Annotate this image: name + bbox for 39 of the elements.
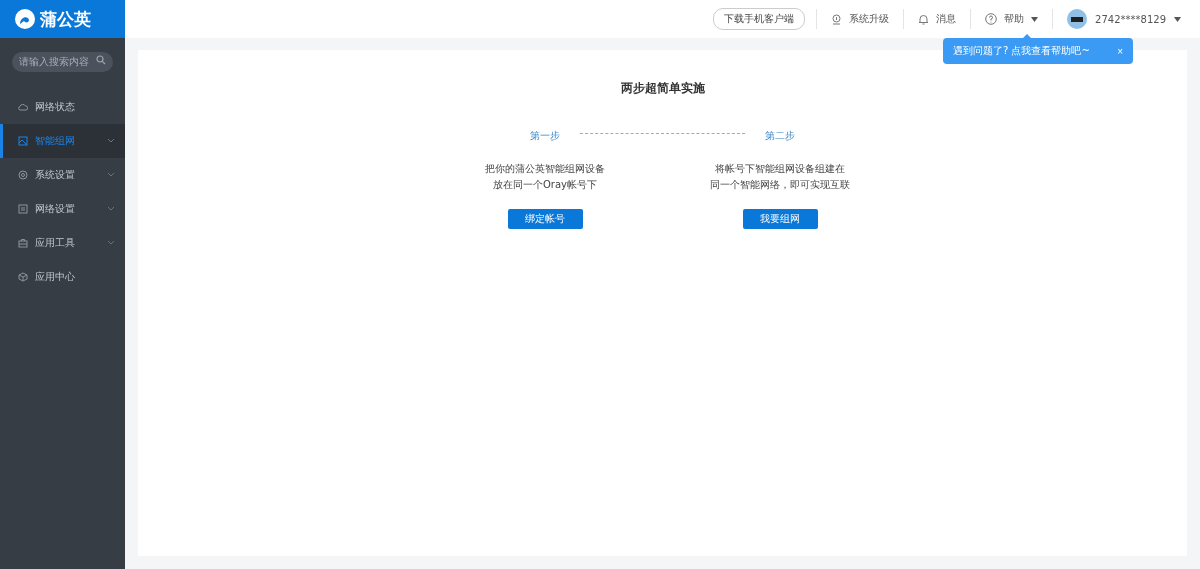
sidebar-item[interactable]: 系统设置 [0,157,125,192]
messages-button[interactable]: 消息 [913,12,962,26]
step-button[interactable]: 我要组网 [742,209,818,229]
page-title: 两步超简单实施 [620,80,705,97]
logo-text: 蒲公英 [40,7,91,31]
sidebar-item[interactable]: 网络状态 [0,89,125,124]
caret-icon [1031,16,1039,22]
document-icon [18,203,28,214]
step-button[interactable]: 绑定帐号 [507,209,583,229]
chevron-icon [107,240,115,245]
image-icon [18,135,28,146]
dandelion-logo-icon [14,8,36,30]
step-label: 第二步 [765,129,795,143]
briefcase-icon [18,237,28,248]
sidebar-item[interactable]: 应用工具 [0,225,125,260]
chevron-icon [107,138,115,143]
cloud-icon [18,101,28,112]
sidebar-item[interactable]: 应用中心 [0,259,125,294]
avatar-icon [1067,9,1088,29]
help-button[interactable]: 帮助 [980,12,1044,26]
cube-icon [18,271,28,282]
sidebar-item[interactable]: 智能组网 [0,123,125,158]
chevron-icon [107,206,115,211]
step-description: 把你的蒲公英智能组网设备 放在同一个Oray帐号下 [485,162,605,192]
search-field[interactable]: 请输入搜索内容 [12,51,113,72]
help-icon [985,13,998,25]
bell-icon [918,13,930,25]
tooltip-text: 遇到问题了? 点我查看帮助吧~ [953,44,1090,58]
user-menu[interactable]: 2742****8129 [1062,9,1186,29]
step-description: 将帐号下智能组网设备组建在 同一个智能网络，即可实现互联 [710,162,850,192]
upgrade-button[interactable]: 系统升级 [826,12,895,26]
caret-icon [1174,16,1181,22]
sidebar-item[interactable]: 网络设置 [0,191,125,226]
chevron-icon [107,172,115,177]
download-app-button[interactable]: 下载手机客户端 [713,8,806,30]
settings-icon [18,169,28,180]
upgrade-icon [831,13,843,25]
step-label: 第一步 [530,129,560,143]
search-icon [96,55,106,65]
